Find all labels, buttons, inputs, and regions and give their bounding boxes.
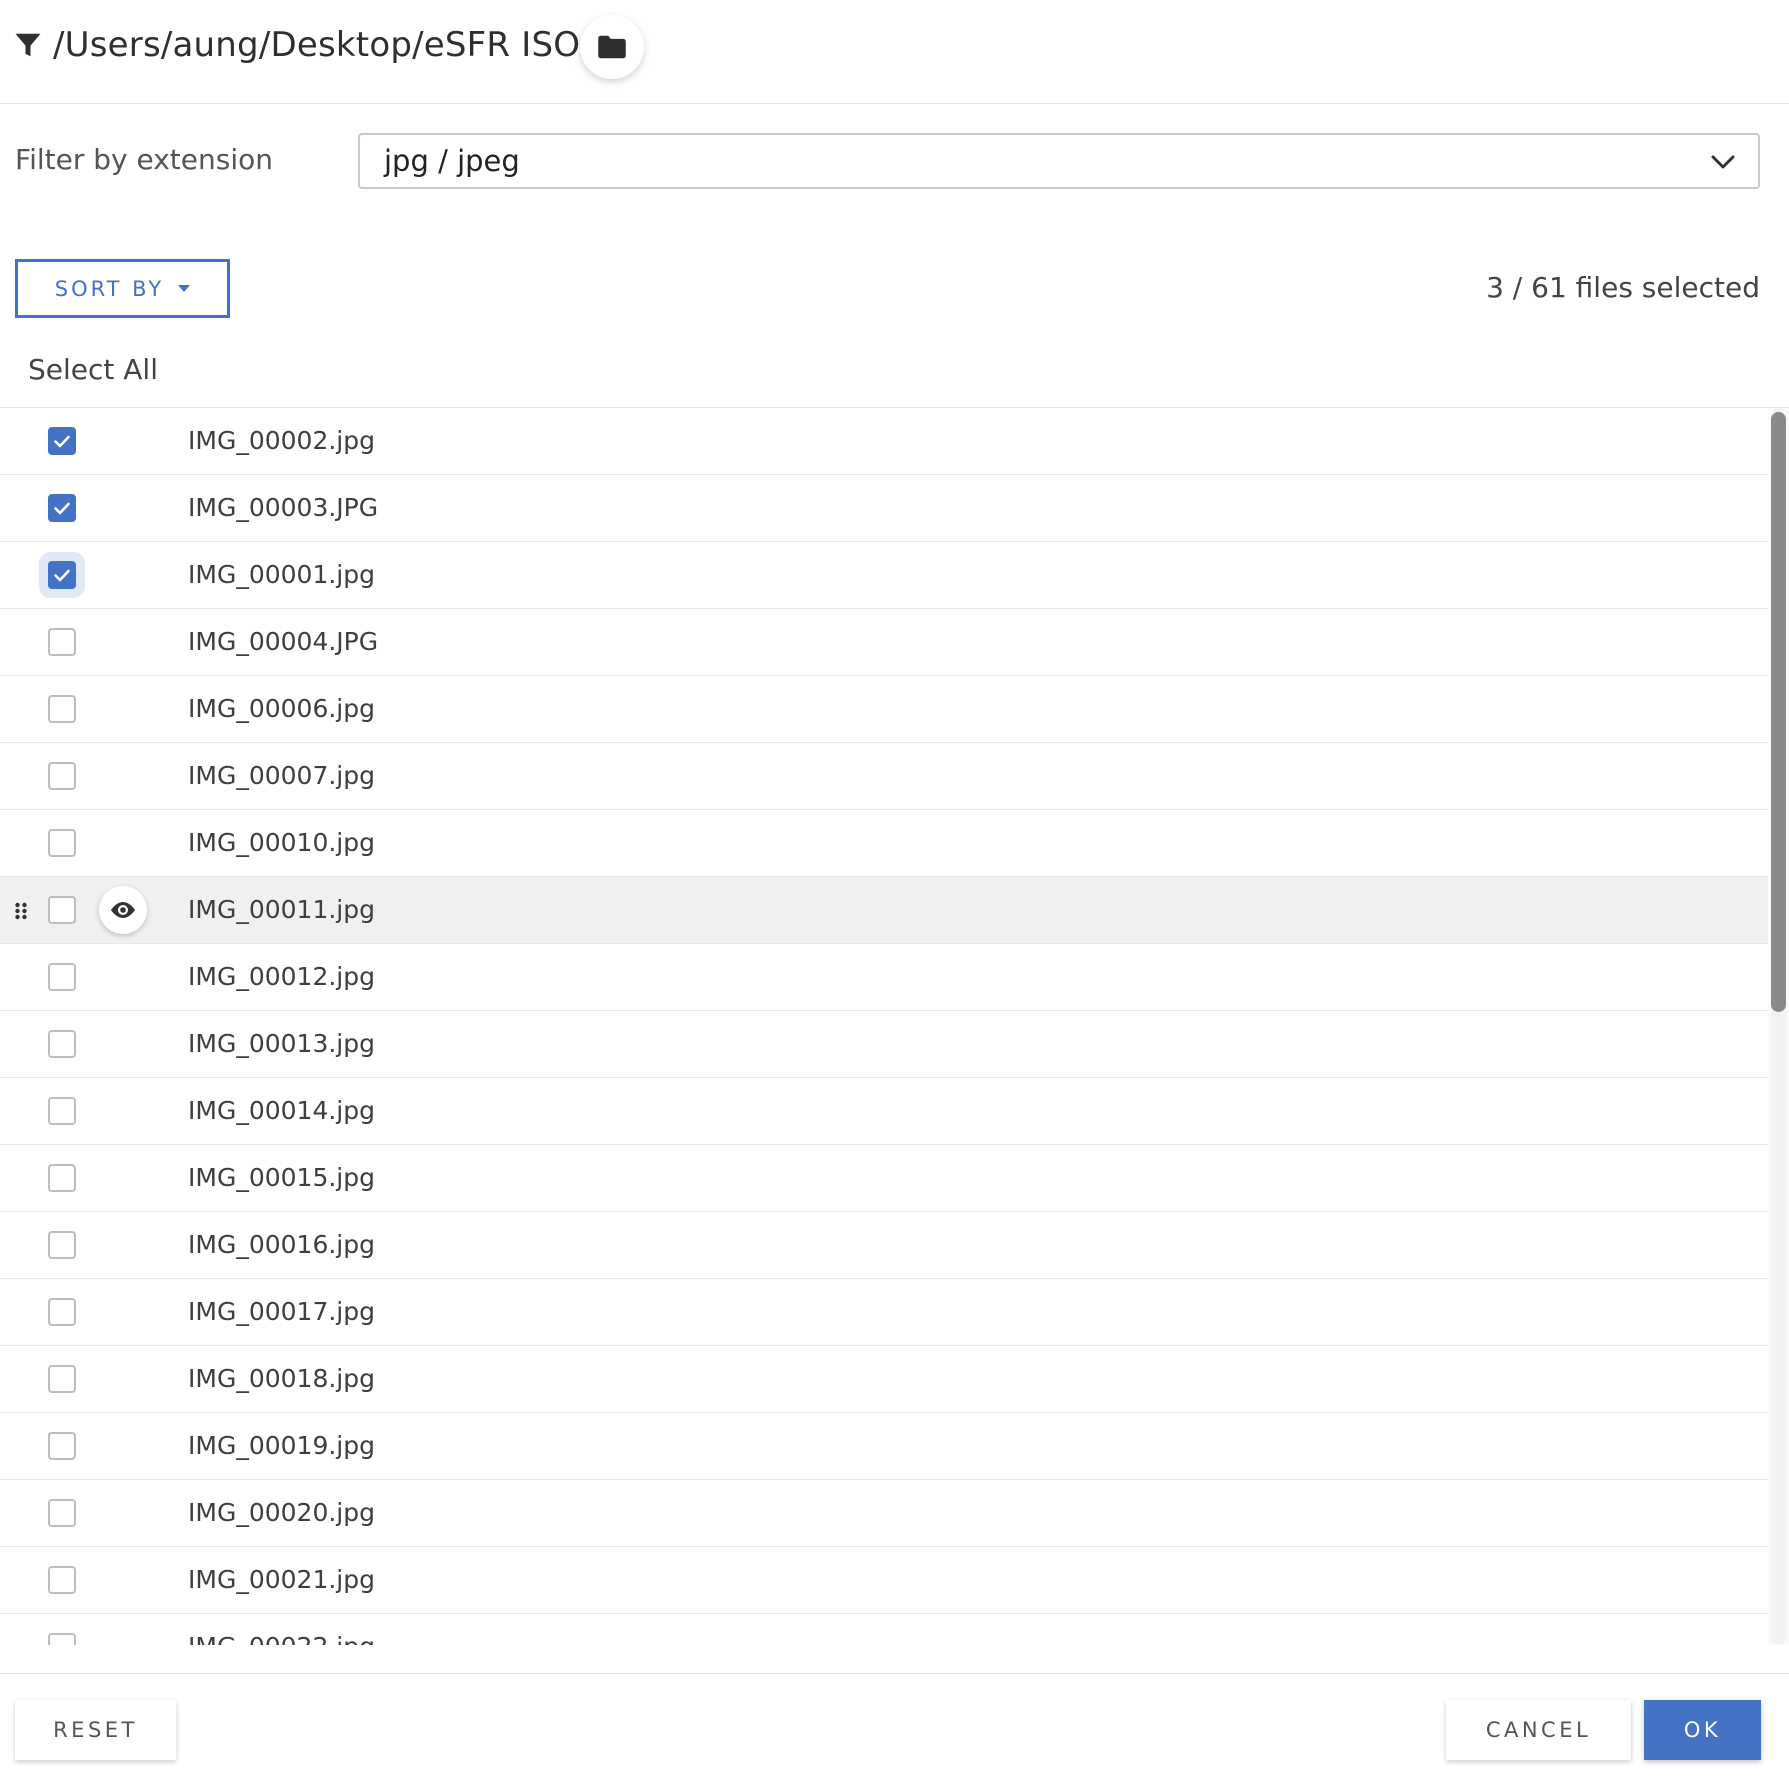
file-name: IMG_00003.JPG [188,493,379,522]
dialog-footer: RESET CANCEL OK [0,1673,1789,1781]
caret-down-icon [178,285,191,292]
file-row[interactable]: IMG_00021.jpg [0,1547,1768,1614]
sort-by-button[interactable]: SORT BY [15,259,230,318]
file-row[interactable]: IMG_00014.jpg [0,1078,1768,1145]
file-name: IMG_00015.jpg [188,1163,375,1192]
file-checkbox[interactable] [48,695,76,723]
file-row[interactable]: IMG_00020.jpg [0,1480,1768,1547]
file-name: IMG_00021.jpg [188,1565,375,1594]
checkmark-icon [54,569,70,582]
cancel-button[interactable]: CANCEL [1446,1700,1631,1760]
file-checkbox[interactable] [48,762,76,790]
reset-button[interactable]: RESET [15,1700,176,1760]
file-row[interactable]: IMG_00013.jpg [0,1011,1768,1078]
file-row[interactable]: IMG_00019.jpg [0,1413,1768,1480]
file-row[interactable]: IMG_00003.JPG [0,475,1768,542]
file-row[interactable]: IMG_00006.jpg [0,676,1768,743]
file-checkbox[interactable] [48,561,76,589]
checkmark-icon [54,435,70,448]
file-checkbox[interactable] [48,1097,76,1125]
eye-icon [111,902,135,918]
file-row[interactable]: IMG_00016.jpg [0,1212,1768,1279]
folder-icon [598,35,626,59]
file-name: IMG_00001.jpg [188,560,375,589]
file-name: IMG_00019.jpg [188,1431,375,1460]
file-checkbox[interactable] [48,1164,76,1192]
file-name: IMG_00004.JPG [188,627,379,656]
file-row[interactable]: IMG_00012.jpg [0,944,1768,1011]
file-list-container: IMG_00002.jpg IMG_00003.JPG IMG_00001.jpg I… [0,407,1789,1645]
checkmark-icon [54,502,70,515]
file-checkbox[interactable] [48,494,76,522]
extension-select[interactable]: jpg / jpeg [358,133,1760,189]
filter-icon [15,33,41,57]
file-row[interactable]: IMG_00007.jpg [0,743,1768,810]
file-checkbox[interactable] [48,1365,76,1393]
file-checkbox[interactable] [48,427,76,455]
extension-select-value: jpg / jpeg [384,144,520,178]
choose-folder-button[interactable] [580,15,644,79]
folder-path: /Users/aung/Desktop/eSFR ISO [53,25,581,65]
file-checkbox[interactable] [48,963,76,991]
file-row[interactable]: IMG_00010.jpg [0,810,1768,877]
file-name: IMG_00007.jpg [188,761,375,790]
file-name: IMG_00020.jpg [188,1498,375,1527]
chevron-down-icon [1711,155,1735,169]
file-row[interactable]: IMG_00017.jpg [0,1279,1768,1346]
file-row[interactable]: IMG_00015.jpg [0,1145,1768,1212]
select-all-toggle[interactable]: Select All [28,350,158,390]
preview-button[interactable] [99,886,147,934]
file-select-dialog: /Users/aung/Desktop/eSFR ISO Filter by e… [0,0,1789,1781]
file-row[interactable]: IMG_00001.jpg [0,542,1768,609]
file-name: IMG_00011.jpg [188,895,375,924]
file-checkbox[interactable] [48,1030,76,1058]
file-checkbox[interactable] [48,1231,76,1259]
selection-counter: 3 / 61 files selected [1486,271,1760,304]
file-checkbox[interactable] [48,1298,76,1326]
file-row[interactable]: IMG_00004.JPG [0,609,1768,676]
file-checkbox[interactable] [48,1566,76,1594]
file-name: IMG_00018.jpg [188,1364,375,1393]
file-list: IMG_00002.jpg IMG_00003.JPG IMG_00001.jpg I… [0,408,1768,1645]
drag-handle-icon[interactable] [14,902,28,920]
file-name: IMG_00002.jpg [188,426,375,455]
file-name: IMG_00016.jpg [188,1230,375,1259]
sort-by-label: SORT BY [54,276,165,301]
file-checkbox[interactable] [48,1499,76,1527]
file-name: IMG_00022.jpg [188,1628,375,1645]
file-row[interactable]: IMG_00002.jpg [0,408,1768,475]
file-row[interactable]: IMG_00011.jpg [0,877,1768,944]
file-name: IMG_00012.jpg [188,962,375,991]
file-checkbox[interactable] [48,1633,76,1645]
list-scrollbar[interactable] [1768,408,1789,1645]
file-checkbox[interactable] [48,628,76,656]
file-name: IMG_00013.jpg [188,1029,375,1058]
file-name: IMG_00017.jpg [188,1297,375,1326]
file-checkbox[interactable] [48,1432,76,1460]
ok-button[interactable]: OK [1644,1700,1761,1760]
file-row[interactable]: IMG_00018.jpg [0,1346,1768,1413]
file-name: IMG_00006.jpg [188,694,375,723]
scrollbar-thumb[interactable] [1771,412,1786,1012]
file-row[interactable]: IMG_00022.jpg [0,1614,1768,1645]
dialog-header: /Users/aung/Desktop/eSFR ISO [0,0,1789,104]
file-name: IMG_00010.jpg [188,828,375,857]
filter-label: Filter by extension [15,143,273,176]
file-checkbox[interactable] [48,829,76,857]
file-name: IMG_00014.jpg [188,1096,375,1125]
file-checkbox[interactable] [48,896,76,924]
